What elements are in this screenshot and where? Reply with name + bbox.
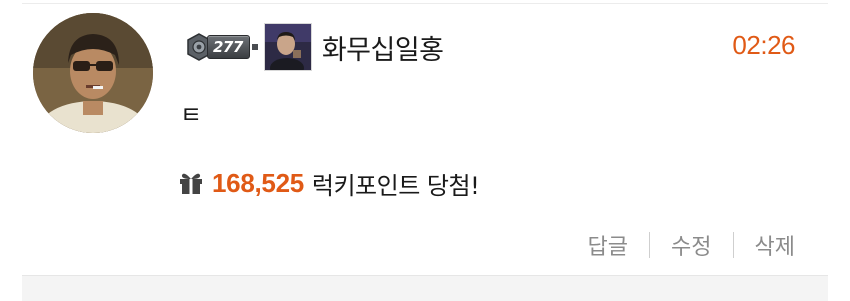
level-number: 277 xyxy=(207,35,250,59)
next-section-background xyxy=(22,276,828,301)
reply-button[interactable]: 답글 xyxy=(588,229,628,261)
level-badge: 277 xyxy=(185,33,258,61)
action-divider xyxy=(649,232,651,258)
comment-header: 277 화무십일홍 xyxy=(185,22,444,72)
profile-thumbnail[interactable] xyxy=(263,23,312,71)
edit-button[interactable]: 수정 xyxy=(671,229,711,261)
avatar[interactable] xyxy=(33,13,153,133)
comment-time: 02:26 xyxy=(732,30,795,60)
level-badge-tail xyxy=(251,44,258,50)
comment-card: 277 화무십일홍 02:26 ㅌ 168,525 럭키포인트 당첨! 답글 수… xyxy=(0,0,850,301)
top-divider xyxy=(22,3,828,4)
lucky-points-value: 168,525 xyxy=(212,167,304,198)
lucky-points-label: 럭키포인트 당첨! xyxy=(311,171,480,200)
comment-body: ㅌ xyxy=(180,101,203,129)
comment-actions: 답글 수정 삭제 xyxy=(588,228,795,262)
lucky-point-notice: 168,525 럭키포인트 당첨! xyxy=(178,166,480,200)
nickname[interactable]: 화무십일홍 xyxy=(322,28,444,67)
delete-button[interactable]: 삭제 xyxy=(755,229,795,261)
gift-icon xyxy=(178,170,206,196)
action-divider xyxy=(732,232,734,258)
